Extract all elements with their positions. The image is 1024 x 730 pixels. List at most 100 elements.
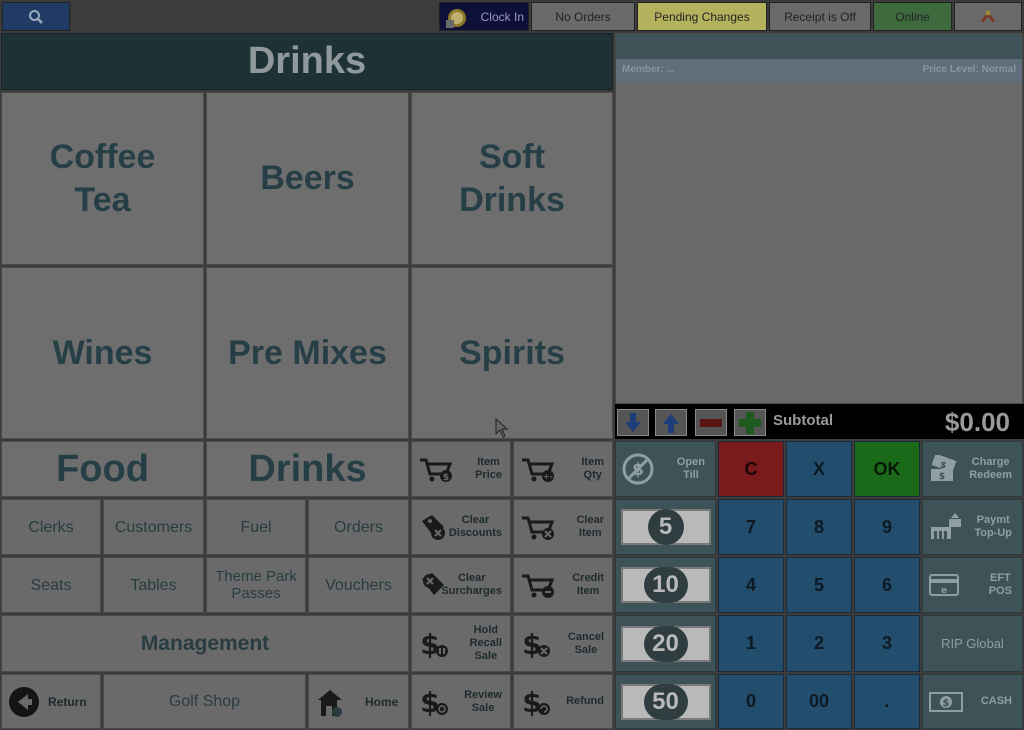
key-decimal[interactable]: . <box>854 674 920 729</box>
key-5[interactable]: 5 <box>786 557 852 613</box>
fuel-button[interactable]: Fuel <box>206 499 306 555</box>
golf-shop-button[interactable]: Golf Shop <box>103 674 306 729</box>
payment-topup-button[interactable]: Paymt Top-Up <box>922 499 1023 555</box>
credit-item-button[interactable]: Credit Item <box>513 557 613 613</box>
decrease-button[interactable] <box>695 409 727 436</box>
rip-global-button[interactable]: RIP Global <box>922 615 1023 672</box>
cash-note-5[interactable]: 5 <box>615 499 716 555</box>
no-orders-status[interactable]: No Orders <box>531 2 635 31</box>
cash-note-50[interactable]: 50 <box>615 674 716 729</box>
key-0[interactable]: 0 <box>718 674 784 729</box>
tools-button[interactable] <box>954 2 1022 31</box>
refund-button[interactable]: $ Refund <box>513 674 613 729</box>
open-till-button[interactable]: $ Open Till <box>615 441 716 497</box>
item-qty-label: Item Qty <box>581 456 604 481</box>
scroll-up-button[interactable] <box>655 409 687 436</box>
receipt-status[interactable]: Receipt is Off <box>769 2 871 31</box>
svg-text:e: e <box>941 586 947 596</box>
arrow-left-icon <box>9 686 39 717</box>
banknote-20-icon: 20 <box>620 625 711 662</box>
key-7[interactable]: 7 <box>718 499 784 555</box>
order-items-list[interactable] <box>616 83 1022 403</box>
svg-text:$: $ <box>420 686 439 719</box>
tab-food[interactable]: Food <box>1 441 204 497</box>
refund-label: Refund <box>566 695 604 707</box>
category-soft-drinks[interactable]: Soft Drinks <box>411 92 613 265</box>
vouchers-button[interactable]: Vouchers <box>308 557 409 613</box>
ok-key[interactable]: OK <box>854 441 920 497</box>
cash-note-20[interactable]: 20 <box>615 615 716 672</box>
svg-text:$: $ <box>943 698 950 709</box>
subtotal-bar: Subtotal $0.00 <box>615 404 1024 439</box>
item-price-label: Item Price <box>475 456 502 481</box>
theme-park-passes-button[interactable]: Theme Park Passes <box>206 557 306 613</box>
scroll-down-button[interactable] <box>617 409 649 436</box>
category-wines[interactable]: Wines <box>1 267 204 439</box>
return-button[interactable]: Return <box>1 674 101 729</box>
cancel-sale-label: Cancel Sale <box>567 630 604 656</box>
order-panel-header <box>616 34 1022 59</box>
category-pre-mixes[interactable]: Pre Mixes <box>206 267 409 439</box>
clear-key[interactable]: C <box>718 441 784 497</box>
clear-surcharges-button[interactable]: Clear Surcharges <box>411 557 511 613</box>
key-8[interactable]: 8 <box>786 499 852 555</box>
hold-recall-sale-button[interactable]: $ Hold Recall Sale <box>411 615 511 672</box>
orders-button[interactable]: Orders <box>308 499 409 555</box>
banknote-5-icon: 5 <box>620 509 711 545</box>
key-9[interactable]: 9 <box>854 499 920 555</box>
pending-changes-status[interactable]: Pending Changes <box>637 2 767 31</box>
home-icon <box>318 689 342 717</box>
home-button[interactable]: Home <box>308 674 409 729</box>
key-1[interactable]: 1 <box>718 615 784 672</box>
category-beers[interactable]: Beers <box>206 92 409 265</box>
customers-button[interactable]: Customers <box>103 499 204 555</box>
key-6[interactable]: 6 <box>854 557 920 613</box>
clock-in-button[interactable]: Clock In <box>439 2 529 31</box>
cancel-sale-button[interactable]: $ Cancel Sale <box>513 615 613 672</box>
online-status[interactable]: Online <box>873 2 952 31</box>
dollar-review-icon: $ <box>420 686 448 719</box>
tab-drinks[interactable]: Drinks <box>206 441 409 497</box>
card-icon: e <box>929 574 959 596</box>
tables-button[interactable]: Tables <box>103 557 204 613</box>
svg-text:$: $ <box>522 686 541 719</box>
review-sale-button[interactable]: $ Review Sale <box>411 674 511 729</box>
search-button[interactable] <box>2 2 70 31</box>
eft-pos-button[interactable]: e EFT POS <box>922 557 1023 613</box>
cash-button[interactable]: $ CASH <box>922 674 1023 729</box>
clear-discounts-button[interactable]: Clear Discounts <box>411 499 511 555</box>
clock-in-label: Clock In <box>480 9 524 24</box>
increase-button[interactable] <box>734 409 766 436</box>
key-3[interactable]: 3 <box>854 615 920 672</box>
key-2[interactable]: 2 <box>786 615 852 672</box>
charge-redeem-button[interactable]: $ $ Charge Redeem <box>922 441 1023 497</box>
price-level-label: Price Level: Normal <box>922 64 1016 75</box>
home-label: Home <box>365 694 399 709</box>
svg-text:$: $ <box>522 628 541 661</box>
category-coffee-tea[interactable]: Coffee Tea <box>1 92 204 265</box>
category-spirits[interactable]: Spirits <box>411 267 613 439</box>
item-qty-button[interactable]: +- Item Qty <box>513 441 613 497</box>
clerks-button[interactable]: Clerks <box>1 499 101 555</box>
management-button[interactable]: Management <box>1 615 409 672</box>
member-bar: Member: ... Price Level: Normal <box>616 59 1022 83</box>
open-till-label: Open Till <box>676 456 705 481</box>
cash-label: CASH <box>980 695 1012 707</box>
hold-recall-sale-label: Hold Recall Sale <box>469 624 502 662</box>
clear-item-button[interactable]: Clear Item <box>513 499 613 555</box>
tag-clear-icon <box>422 515 445 540</box>
credit-item-label: Credit Item <box>572 572 604 597</box>
seats-button[interactable]: Seats <box>1 557 101 613</box>
arrow-up-icon <box>663 413 679 433</box>
multiply-key[interactable]: X <box>786 441 852 497</box>
key-4[interactable]: 4 <box>718 557 784 613</box>
item-price-button[interactable]: $ Item Price <box>411 441 511 497</box>
cart-credit-icon <box>522 574 555 598</box>
category-header: Drinks <box>1 33 613 90</box>
cash-note-10[interactable]: 10 <box>615 557 716 613</box>
tools-icon <box>980 10 996 23</box>
svg-text:$: $ <box>939 472 945 482</box>
key-00[interactable]: 00 <box>786 674 852 729</box>
charge-redeem-label: Charge Redeem <box>969 456 1012 481</box>
return-label: Return <box>48 694 87 709</box>
